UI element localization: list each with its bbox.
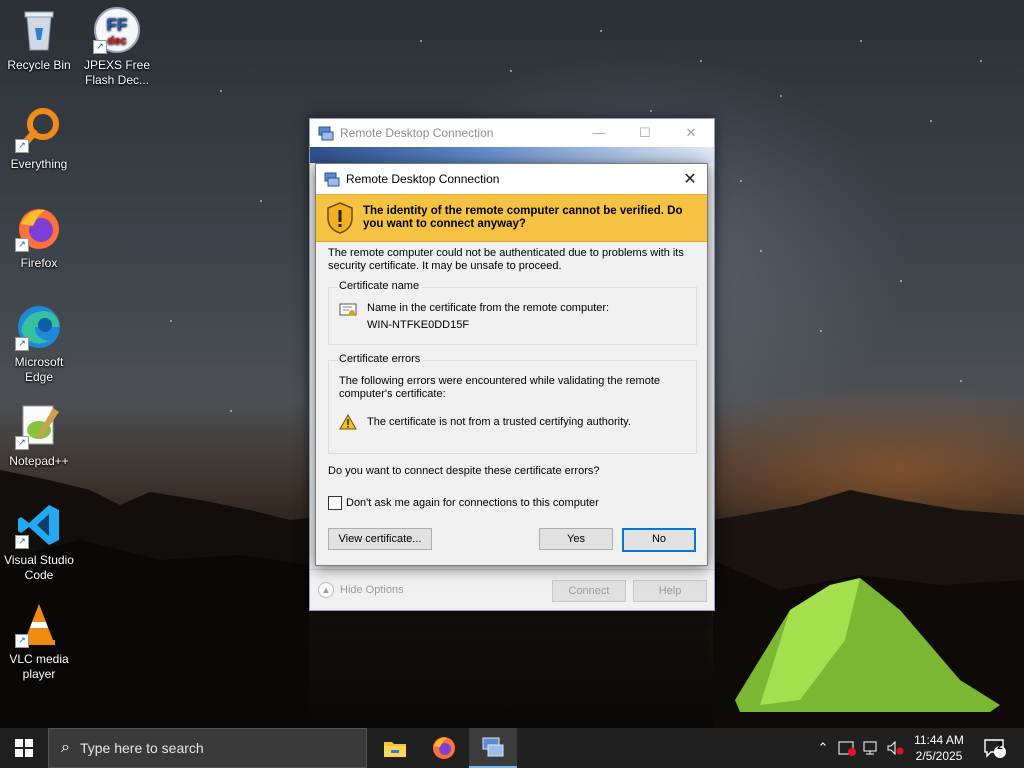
taskbar-search-box[interactable]: ⌕ Type here to search [48,728,367,768]
connect-button[interactable]: Connect [552,580,626,602]
svg-text:FF: FF [107,15,128,34]
minimize-icon[interactable]: — [576,125,622,141]
clock-time: 11:44 AM [914,733,964,747]
volume-muted-icon[interactable] [884,728,906,768]
desktop-icon-label: JPEXS Free Flash Dec... [83,58,151,87]
warning-triangle-icon [339,413,357,433]
certificate-errors-description: The following errors were encountered wh… [339,375,661,400]
window-banner [310,147,714,163]
window-titlebar[interactable]: Remote Desktop Connection — ☐ ✕ [310,119,714,147]
warning-shield-icon [325,201,355,235]
desktop-icon-label: Notepad++ [9,454,69,468]
firefox-icon [433,737,455,759]
shortcut-arrow-icon: ↗ [15,634,29,648]
vlc-icon: ↗ [15,600,63,648]
yes-button[interactable]: Yes [539,528,613,550]
search-icon: ⌕ [61,739,70,756]
desktop-icon-vlc[interactable]: ↗ VLC media player [1,600,77,682]
notification-center-button[interactable]: 2 [980,728,1010,768]
hide-options-label: Hide Options [340,584,404,596]
desktop-icon-vscode[interactable]: ↗ Visual Studio Code [1,501,77,583]
remote-desktop-icon [324,171,340,187]
desktop-icon-label: Microsoft Edge [14,355,64,384]
shortcut-arrow-icon: ↗ [15,436,29,450]
certificate-name-group: Certificate name Name in the certificate… [328,280,697,345]
network-icon[interactable] [860,728,882,768]
firefox-icon: ↗ [15,204,63,252]
maximize-icon[interactable]: ☐ [622,125,668,141]
dialog-titlebar[interactable]: Remote Desktop Connection ✕ [316,164,707,194]
certificate-name-value: WIN-NTFKE0DD15F [367,319,470,331]
close-icon[interactable]: ✕ [673,169,707,189]
close-icon[interactable]: ✕ [668,125,714,141]
shortcut-arrow-icon: ↗ [15,535,29,549]
certificate-name-description: Name in the certificate from the remote … [367,302,610,314]
everything-search-icon: ↗ [15,105,63,153]
windows-logo-icon [15,739,33,757]
dont-ask-again-checkbox[interactable]: Don't ask me again for connections to th… [328,496,599,510]
chevron-up-icon: ▲ [318,582,334,598]
remote-desktop-icon [482,737,504,757]
shortcut-arrow-icon: ↗ [15,238,29,252]
file-explorer-icon [384,742,406,757]
desktop-icon-label: Recycle Bin [7,58,71,72]
taskbar-clock[interactable]: 11:44 AM 2/5/2025 [906,732,972,764]
desktop-icon-recycle-bin[interactable]: Recycle Bin [1,6,77,73]
group-legend: Certificate name [337,280,422,292]
window-footer: ▲ Hide Options Connect Help [310,569,714,610]
vscode-icon: ↗ [15,501,63,549]
dialog-title: Remote Desktop Connection [346,172,500,186]
checkbox-label: Don't ask me again for connections to th… [346,497,599,509]
desktop-icon-notepadpp[interactable]: ↗ Notepad++ [1,402,77,469]
remote-desktop-icon [318,125,334,141]
intro-text: The remote computer could not be authent… [328,247,684,272]
desktop-icon-label: Everything [10,157,68,171]
notepadpp-icon: ↗ [15,402,63,450]
taskbar-firefox[interactable] [420,728,468,768]
edge-icon: ↗ [15,303,63,351]
taskbar: ⌕ Type here to search ⌃ 11:44 AM 2/5/202… [0,728,1024,768]
checkbox-box[interactable] [328,496,342,510]
certificate-icon [339,302,357,321]
shortcut-arrow-icon: ↗ [15,337,29,351]
certificate-error-item: The certificate is not from a trusted ce… [367,416,631,428]
hide-options-toggle[interactable]: ▲ Hide Options [318,582,404,598]
svg-text:dec: dec [108,35,127,47]
desktop-icon-edge[interactable]: ↗ Microsoft Edge [1,303,77,385]
start-button[interactable] [0,728,48,768]
security-alert-icon[interactable] [836,728,858,768]
view-certificate-button[interactable]: View certificate... [328,528,432,550]
desktop-icon-jpexs[interactable]: FF dec ↗ JPEXS Free Flash Dec... [79,6,155,88]
window-title: Remote Desktop Connection [340,126,494,140]
desktop-icon-label: Visual Studio Code [4,553,74,582]
group-legend: Certificate errors [337,353,423,365]
recycle-bin-icon [15,6,63,54]
notification-count: 2 [997,741,1003,752]
help-button[interactable]: Help [633,580,707,602]
desktop-icon-everything[interactable]: ↗ Everything [1,105,77,172]
shortcut-arrow-icon: ↗ [15,139,29,153]
taskbar-remote-desktop[interactable] [469,728,517,768]
desktop-icon-label: Firefox [20,256,58,270]
certificate-errors-group: Certificate errors The following errors … [328,353,697,454]
warning-message: The identity of the remote computer cann… [363,205,683,230]
warning-banner: The identity of the remote computer cann… [316,194,707,242]
show-hidden-icons-chevron-icon[interactable]: ⌃ [812,728,834,768]
connect-question: Do you want to connect despite these cer… [328,465,600,477]
certificate-warning-dialog: Remote Desktop Connection ✕ The identity… [315,163,708,566]
taskbar-file-explorer[interactable] [371,728,419,768]
shortcut-arrow-icon: ↗ [93,40,107,54]
clock-date: 2/5/2025 [915,749,963,763]
desktop-icon-firefox[interactable]: ↗ Firefox [1,204,77,271]
no-button[interactable]: No [622,528,696,552]
search-placeholder: Type here to search [79,740,204,756]
desktop-icon-label: VLC media player [9,652,69,681]
jpexs-icon: FF dec ↗ [93,6,141,54]
